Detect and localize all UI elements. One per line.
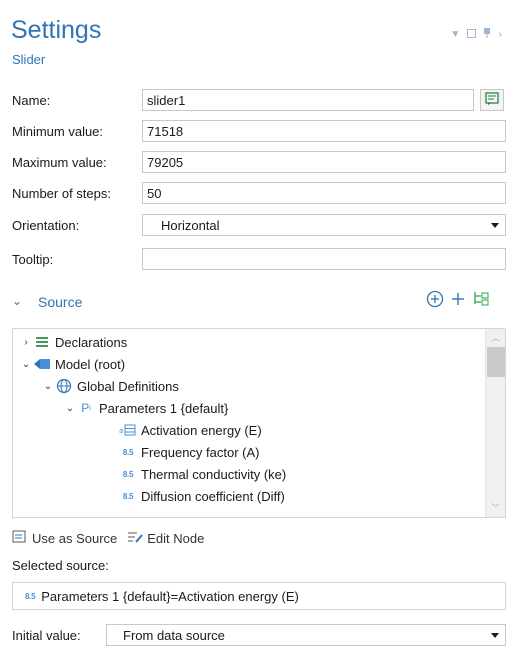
parameter-value-icon: 8.5	[122, 491, 134, 501]
initial-value-select[interactable]: From data source	[106, 624, 506, 646]
pin-icon[interactable]	[483, 28, 491, 41]
scroll-down-icon[interactable]: ﹀	[491, 501, 500, 514]
initial-value-label: Initial value:	[12, 628, 81, 643]
parameter-table-icon: a	[119, 424, 137, 436]
tree-label: Thermal conductivity (ke)	[141, 466, 287, 482]
edit-node-icon	[127, 530, 144, 547]
tree-scrollbar[interactable]: ︿ ﹀	[485, 329, 505, 517]
tree-node-parameters[interactable]: ⌄ Pi Parameters 1 {default}	[63, 397, 229, 419]
tree-node-model-root[interactable]: ⌄ Model (root)	[19, 353, 125, 375]
use-as-source-label: Use as Source	[32, 531, 118, 546]
source-toolbar	[426, 290, 492, 311]
chevron-down-icon[interactable]: ⌄	[12, 294, 22, 308]
chevron-down-icon[interactable]: ⌄	[63, 403, 77, 414]
source-actions: Use as Source Edit Node	[12, 530, 204, 547]
tree-node-param-frequency-factor[interactable]: 8.5 Frequency factor (A)	[119, 441, 260, 463]
tooltip-field[interactable]	[142, 248, 506, 270]
tooltip-row: Tooltip:	[0, 248, 506, 272]
chevron-down-icon[interactable]: ▼	[450, 29, 460, 40]
max-row: Maximum value: 79205	[0, 151, 506, 175]
plus-icon[interactable]	[450, 291, 466, 310]
tree-label: Frequency factor (A)	[141, 444, 260, 460]
chevron-down-icon[interactable]: ⌄	[19, 359, 33, 370]
selected-source-value: Parameters 1 {default}=Activation energy…	[41, 588, 299, 604]
page-title: Settings	[11, 16, 102, 44]
tree-label: Activation energy (E)	[141, 422, 262, 438]
name-label: Name:	[12, 93, 51, 108]
tree-node-param-diffusion-coefficient[interactable]: 8.5 Diffusion coefficient (Diff)	[119, 485, 285, 507]
restore-icon[interactable]	[467, 28, 477, 41]
name-row: Name: slider1	[0, 89, 506, 113]
tree-label: Global Definitions	[77, 378, 179, 394]
add-circle-icon[interactable]	[426, 290, 444, 311]
min-label: Minimum value:	[12, 124, 104, 139]
text-edit-icon	[485, 91, 499, 109]
tree-label: Parameters 1 {default}	[99, 400, 229, 416]
model-icon	[33, 358, 51, 370]
tree-label: Diffusion coefficient (Diff)	[141, 488, 285, 504]
tree-node-param-activation-energy[interactable]: a Activation energy (E)	[119, 419, 262, 441]
initial-value-text: From data source	[123, 628, 225, 643]
declarations-icon	[33, 337, 51, 347]
scrollbar-thumb[interactable]	[487, 347, 505, 377]
edit-node-button[interactable]: Edit Node	[127, 530, 204, 547]
tree-node-global-definitions[interactable]: ⌄ Global Definitions	[41, 375, 179, 397]
orientation-label: Orientation:	[12, 218, 80, 233]
selected-source-label: Selected source:	[12, 558, 109, 573]
chevron-down-icon[interactable]: ⌄	[41, 381, 55, 392]
max-label: Maximum value:	[12, 155, 107, 170]
close-icon[interactable]: ›	[498, 29, 502, 41]
source-section-header[interactable]: ⌄ Source	[0, 288, 506, 316]
min-value-field[interactable]: 71518	[142, 120, 506, 142]
parameter-value-icon: 8.5	[122, 469, 134, 479]
selected-source-box: 8.5 Parameters 1 {default}=Activation en…	[12, 582, 506, 610]
parameter-value-icon: 8.5	[122, 447, 134, 457]
tree-filter-icon[interactable]	[472, 290, 492, 311]
steps-field[interactable]: 50	[142, 182, 506, 204]
use-as-source-button[interactable]: Use as Source	[12, 530, 117, 547]
max-value-field[interactable]: 79205	[142, 151, 506, 173]
orientation-select[interactable]: Horizontal	[142, 214, 506, 236]
dropdown-arrow-icon	[491, 633, 499, 638]
orientation-row: Orientation: Horizontal	[0, 214, 506, 238]
chevron-right-icon[interactable]: ›	[19, 337, 33, 348]
page-subtitle: Slider	[12, 52, 46, 67]
use-as-source-icon	[12, 530, 28, 547]
tree-label: Declarations	[55, 334, 128, 350]
steps-row: Number of steps: 50	[0, 182, 506, 206]
name-field[interactable]: slider1	[142, 89, 474, 111]
rename-button[interactable]	[480, 89, 504, 111]
dropdown-arrow-icon	[491, 223, 499, 228]
parameter-value-icon: 8.5	[25, 591, 36, 601]
globe-icon	[55, 378, 73, 394]
initial-value-row: Initial value: From data source	[0, 624, 506, 648]
source-tree[interactable]: › Declarations ⌄ Model (root) ⌄ Global D…	[12, 328, 506, 518]
edit-node-label: Edit Node	[147, 531, 205, 546]
tree-label: Model (root)	[55, 356, 126, 372]
tree-node-declarations[interactable]: › Declarations	[19, 331, 127, 353]
window-controls: ▼ ›	[450, 28, 502, 41]
tooltip-label: Tooltip:	[12, 252, 54, 267]
min-row: Minimum value: 71518	[0, 120, 506, 144]
orientation-value: Horizontal	[161, 218, 220, 233]
scroll-up-icon[interactable]: ︿	[491, 331, 500, 344]
svg-text:a: a	[119, 427, 123, 435]
settings-header: Settings Slider ▼ ›	[0, 0, 506, 78]
steps-label: Number of steps:	[12, 186, 111, 201]
source-section-label: Source	[38, 294, 83, 310]
tree-node-param-thermal-conductivity[interactable]: 8.5 Thermal conductivity (ke)	[119, 463, 286, 485]
parameters-icon: Pi	[81, 401, 91, 415]
